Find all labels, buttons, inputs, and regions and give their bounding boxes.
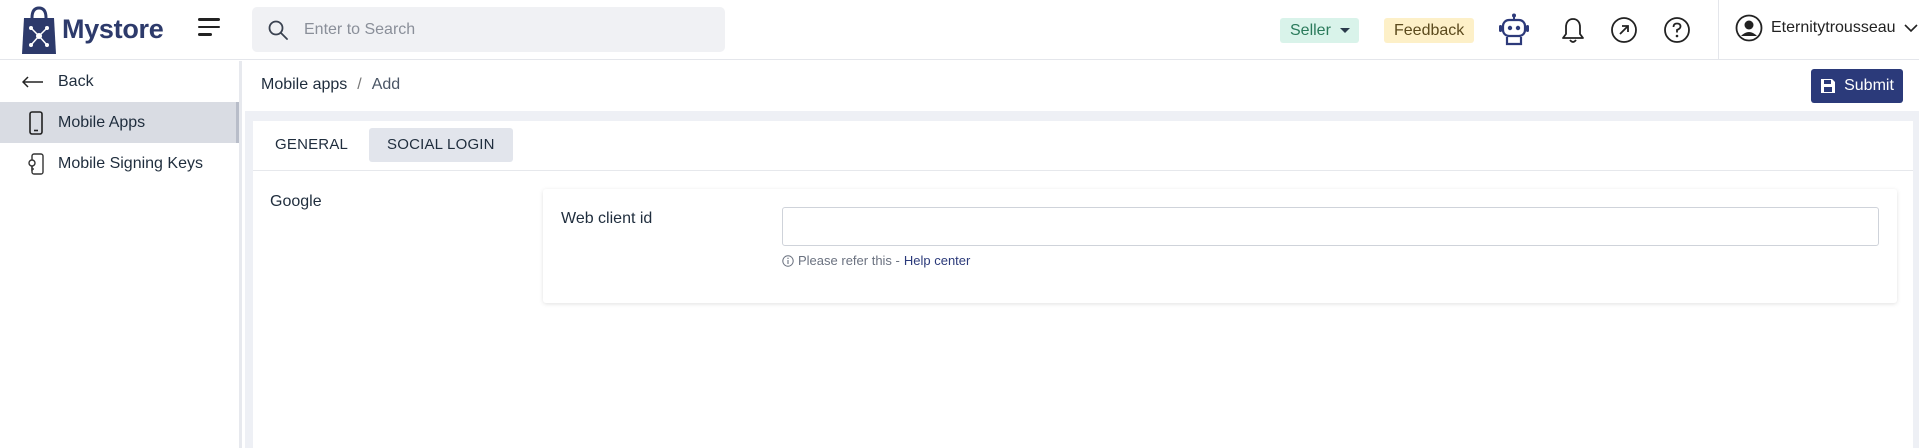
seller-label: Seller [1290, 22, 1331, 39]
header-divider [1718, 0, 1719, 60]
breadcrumb-separator: / [357, 76, 362, 93]
mobile-phone-icon [29, 110, 43, 135]
hint-text: Please refer this - [798, 253, 900, 268]
web-client-id-input[interactable] [782, 207, 1879, 246]
sidebar-item-back[interactable]: Back [0, 61, 239, 102]
breadcrumb: Mobile apps / Add [261, 76, 400, 94]
help-center-link[interactable]: Help center [904, 253, 970, 268]
search-input[interactable] [304, 7, 704, 52]
feedback-button[interactable]: Feedback [1384, 18, 1475, 43]
brand-name: Mystore [62, 13, 164, 44]
search-icon [268, 20, 288, 40]
sidebar: Back Mobile Apps Mobile Signing Keys [0, 61, 242, 448]
external-link-icon[interactable] [1607, 13, 1641, 47]
search-bar [252, 7, 725, 52]
user-avatar-icon [1735, 14, 1763, 42]
submit-label: Submit [1844, 77, 1894, 94]
user-menu[interactable]: Eternitytrousseau [1735, 14, 1918, 42]
hamburger-menu-icon[interactable] [198, 18, 226, 42]
top-bar: Mystore Seller Feedback [0, 0, 1919, 60]
google-settings-panel: Web client id Please refer this - Help c… [543, 189, 1897, 303]
sidebar-item-label: Back [58, 72, 94, 90]
section-label-google: Google [270, 193, 322, 210]
help-hint: Please refer this - Help center [782, 253, 970, 268]
tab-social-login[interactable]: SOCIAL LOGIN [369, 128, 513, 162]
arrow-left-icon [22, 75, 43, 88]
tab-general[interactable]: GENERAL [259, 128, 364, 162]
seller-dropdown[interactable]: Seller [1280, 18, 1359, 43]
submit-button[interactable]: Submit [1811, 69, 1903, 103]
sidebar-item-mobile-signing-keys[interactable]: Mobile Signing Keys [0, 143, 239, 184]
tab-bar: GENERAL SOCIAL LOGIN [253, 121, 1913, 171]
caret-down-icon [1339, 28, 1350, 33]
sidebar-item-mobile-apps[interactable]: Mobile Apps [0, 102, 239, 143]
brand-logo[interactable]: Mystore [20, 4, 164, 54]
info-icon [782, 254, 794, 267]
form-card: GENERAL SOCIAL LOGIN Google Web client i… [253, 121, 1913, 448]
sidebar-item-label: Mobile Apps [58, 113, 146, 131]
shopping-bag-logo-icon [22, 6, 56, 54]
help-icon[interactable] [1660, 13, 1694, 47]
username: Eternitytrousseau [1771, 19, 1896, 36]
mobile-key-icon [28, 152, 44, 175]
chevron-down-icon [1903, 24, 1918, 33]
main-content: Mobile apps / Add Submit GENERAL SOCIAL … [245, 61, 1919, 448]
breadcrumb-parent-link[interactable]: Mobile apps [261, 76, 347, 94]
breadcrumb-current: Add [371, 76, 401, 93]
notification-bell-icon[interactable] [1556, 13, 1590, 47]
sidebar-item-label: Mobile Signing Keys [58, 154, 203, 172]
web-client-id-label: Web client id [561, 210, 653, 227]
save-disk-icon [1821, 79, 1836, 93]
page-header: Mobile apps / Add Submit [245, 61, 1919, 111]
robot-assistant-icon[interactable] [1497, 13, 1531, 47]
